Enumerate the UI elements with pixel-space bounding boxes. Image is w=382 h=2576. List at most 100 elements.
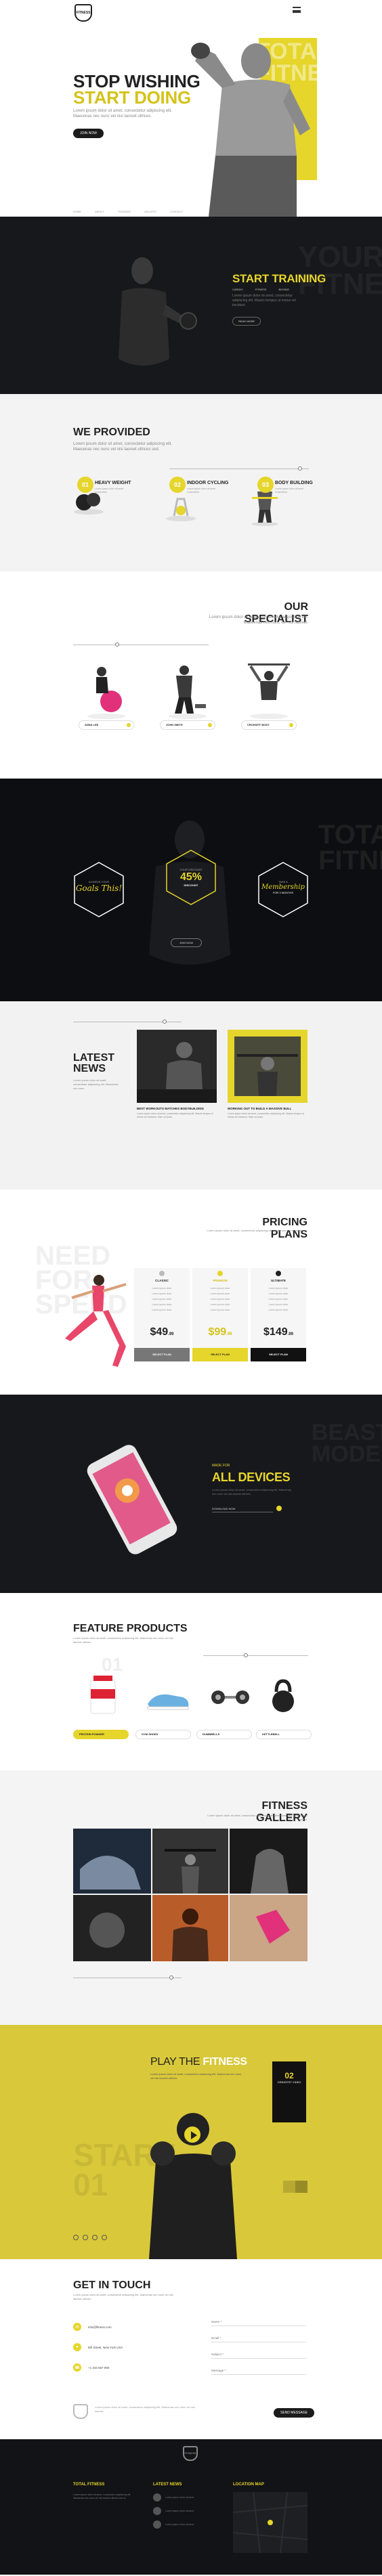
youtube-icon[interactable] [102,2235,107,2240]
news-card[interactable]: BEST WORKOUTS MATCHES BODYBUILDING Lorem… [137,1030,217,1143]
training-athlete-image [119,257,197,366]
products-title: FEATURE PRODUCTS [73,1623,188,1634]
instagram-icon[interactable] [92,2235,98,2240]
specialist-card[interactable]: CROSSFIT BODY [238,653,301,734]
message-field[interactable]: Message * [211,2369,306,2375]
products-slider-handle[interactable] [244,1653,248,1657]
pricing-section: NEED FOR SPEED PRICING PLANS Lorem ipsum… [0,1189,382,1395]
plan-price: $49.99 [134,1326,190,1338]
download-link[interactable]: DOWNLOAD NOW [212,1507,273,1512]
hero-nav: HOME ABOUT TRAINING GALLERY CONTACT [73,210,183,213]
join-now-button[interactable]: JOIN NOW [73,129,104,138]
nav-item[interactable]: ABOUT [95,210,104,213]
news-item-title[interactable]: BEST WORKOUTS MATCHES BODYBUILDING [137,1107,204,1110]
plan-price-cents: .99 [168,1332,174,1336]
contact-footnote: Lorem ipsum dolor sit amet, consectetur … [95,2405,195,2413]
training-tab[interactable]: BOXING [278,288,289,291]
specialist-label: ANNA LEE [79,720,134,730]
play-nav-next[interactable] [295,2181,307,2193]
membership-bottom: FOR 3 MONTHS [272,891,294,894]
news-card[interactable]: WORKING OUT TO BUILD A MASSIVE BULL Lore… [228,1030,307,1143]
training-bg-word: YOUR FITNESS [298,240,382,301]
hero-title-line2: START DOING [73,87,191,108]
specialist-slider-handle[interactable] [115,642,119,647]
training-title: START TRAINING [232,272,326,285]
plan-feature: Lorem ipsum dolor [268,1298,289,1301]
training-description: Lorem ipsum dolor sit amet, consectetur … [232,294,296,307]
footer-news-text: Lorem ipsum dolor sit amet [165,2509,194,2512]
nav-item[interactable]: TRAINING [118,210,131,213]
nav-item[interactable]: CONTACT [170,210,183,213]
product-image [211,1690,249,1704]
play-nav-prev[interactable] [283,2181,295,2193]
play-video-button[interactable] [183,2125,202,2144]
contact-section: GET IN TOUCH Lorem ipsum dolor sit amet,… [0,2259,382,2439]
contact-address: ● 5th Street, New York USA [73,2343,123,2351]
news-slider-handle[interactable] [163,1020,167,1024]
twitter-icon[interactable] [83,2235,88,2240]
provided-item[interactable]: 03 BODY BUILDING Lorem ipsum dolor sit a… [248,475,316,543]
plan-feature: Lorem ipsum dolor [210,1303,230,1306]
provided-slider-handle[interactable] [298,466,302,471]
name-field[interactable]: Name * [211,2320,306,2326]
select-plan-button[interactable]: SELECT PLAN [192,1348,248,1361]
logo[interactable]: FITNESS [75,4,92,22]
nav-item[interactable]: HOME [73,210,81,213]
footer-news-item[interactable]: Lorem ipsum dolor sit amet [153,2507,194,2515]
footer-news-item[interactable]: Lorem ipsum dolor sit amet [153,2493,194,2502]
hero-description: Lorem ipsum dolor sit amet, consectetur … [73,109,173,118]
subject-field[interactable]: Subject * [211,2353,306,2359]
gallery-slider-handle[interactable] [169,1975,173,1980]
download-arrow-icon[interactable] [276,1506,282,1511]
news-item-title[interactable]: WORKING OUT TO BUILD A MASSIVE BULL [228,1107,291,1110]
provided-item[interactable]: 02 INDOOR CYCLING Lorem ipsum dolor sit … [160,475,228,543]
read-more-button[interactable]: READ MORE [232,317,261,326]
product-tag[interactable]: GYM SHOES [135,1730,191,1739]
plan-feature: Lorem ipsum dolor [210,1292,230,1295]
footer-news-list: Lorem ipsum dolor sit amet Lorem ipsum d… [153,2493,194,2529]
discount-hexagon: YOUR DISCOUNT 45% DISCOUNT [164,849,218,906]
phone-image [87,1445,177,1554]
counter-join-button[interactable]: JOIN NOW [171,938,202,947]
provided-title: WE PROVIDED [73,427,150,438]
plan-name: CLASSIC [155,1279,169,1282]
specialist-label: JOHN SMITH [160,720,215,730]
training-tab[interactable]: CARDIO [232,288,243,291]
footer-col1-text: Lorem ipsum dolor sit amet, consectetur … [73,2493,131,2499]
provided-number: 02 [169,477,186,493]
product-item[interactable] [203,1669,257,1723]
specialist-card[interactable]: JOHN SMITH [157,653,219,734]
specialist-description: Lorem ipsum dolor sit amet, consectetur … [209,615,308,625]
nav-item[interactable]: GALLERY [144,210,156,213]
product-image [272,1679,294,1712]
product-item[interactable] [76,1669,130,1723]
send-message-button[interactable]: SEND MESSAGE [274,2408,315,2418]
footer-news-text: Lorem ipsum dolor sit amet [165,2523,194,2526]
location-map[interactable] [233,2492,307,2553]
provided-label: INDOOR CYCLING [187,481,229,485]
facebook-icon[interactable] [73,2235,79,2240]
select-plan-button[interactable]: SELECT PLAN [251,1348,306,1361]
product-item[interactable] [141,1669,195,1723]
product-tag[interactable]: KETTLEBELL [256,1730,312,1739]
specialist-card[interactable]: ANNA LEE [76,653,138,734]
select-plan-button[interactable]: SELECT PLAN [134,1348,190,1361]
contact-email-text[interactable]: info@fitness.com [88,2326,112,2329]
plan-feature: Lorem ipsum dolor [152,1309,172,1311]
footer-logo[interactable]: FITNESS [183,2446,198,2461]
email-field[interactable]: Email * [211,2336,306,2342]
logo-text: FITNESS [76,11,91,15]
hamburger-menu-icon[interactable] [293,7,301,13]
plan-price-main: $49 [150,1326,169,1338]
product-item[interactable] [256,1669,310,1723]
footer-news-item[interactable]: Lorem ipsum dolor sit amet [153,2520,194,2529]
provided-label: BODY BUILDING [275,481,313,485]
phone-icon: ☎ [73,2363,81,2372]
product-image [90,1676,116,1714]
provided-item[interactable]: 01 HEAVY WEIGHT Lorem ipsum dolor sit am… [68,475,135,543]
training-tab[interactable]: FITNESS [255,288,267,291]
footer-col3-title: LOCATION MAP [233,2483,264,2487]
product-tag[interactable]: PROTEIN POWDER [73,1730,129,1739]
product-tag[interactable]: DUMBBELLS [196,1730,252,1739]
play-section: START 01 PLAY THE FITNESS Lorem ipsum do… [0,2025,382,2259]
